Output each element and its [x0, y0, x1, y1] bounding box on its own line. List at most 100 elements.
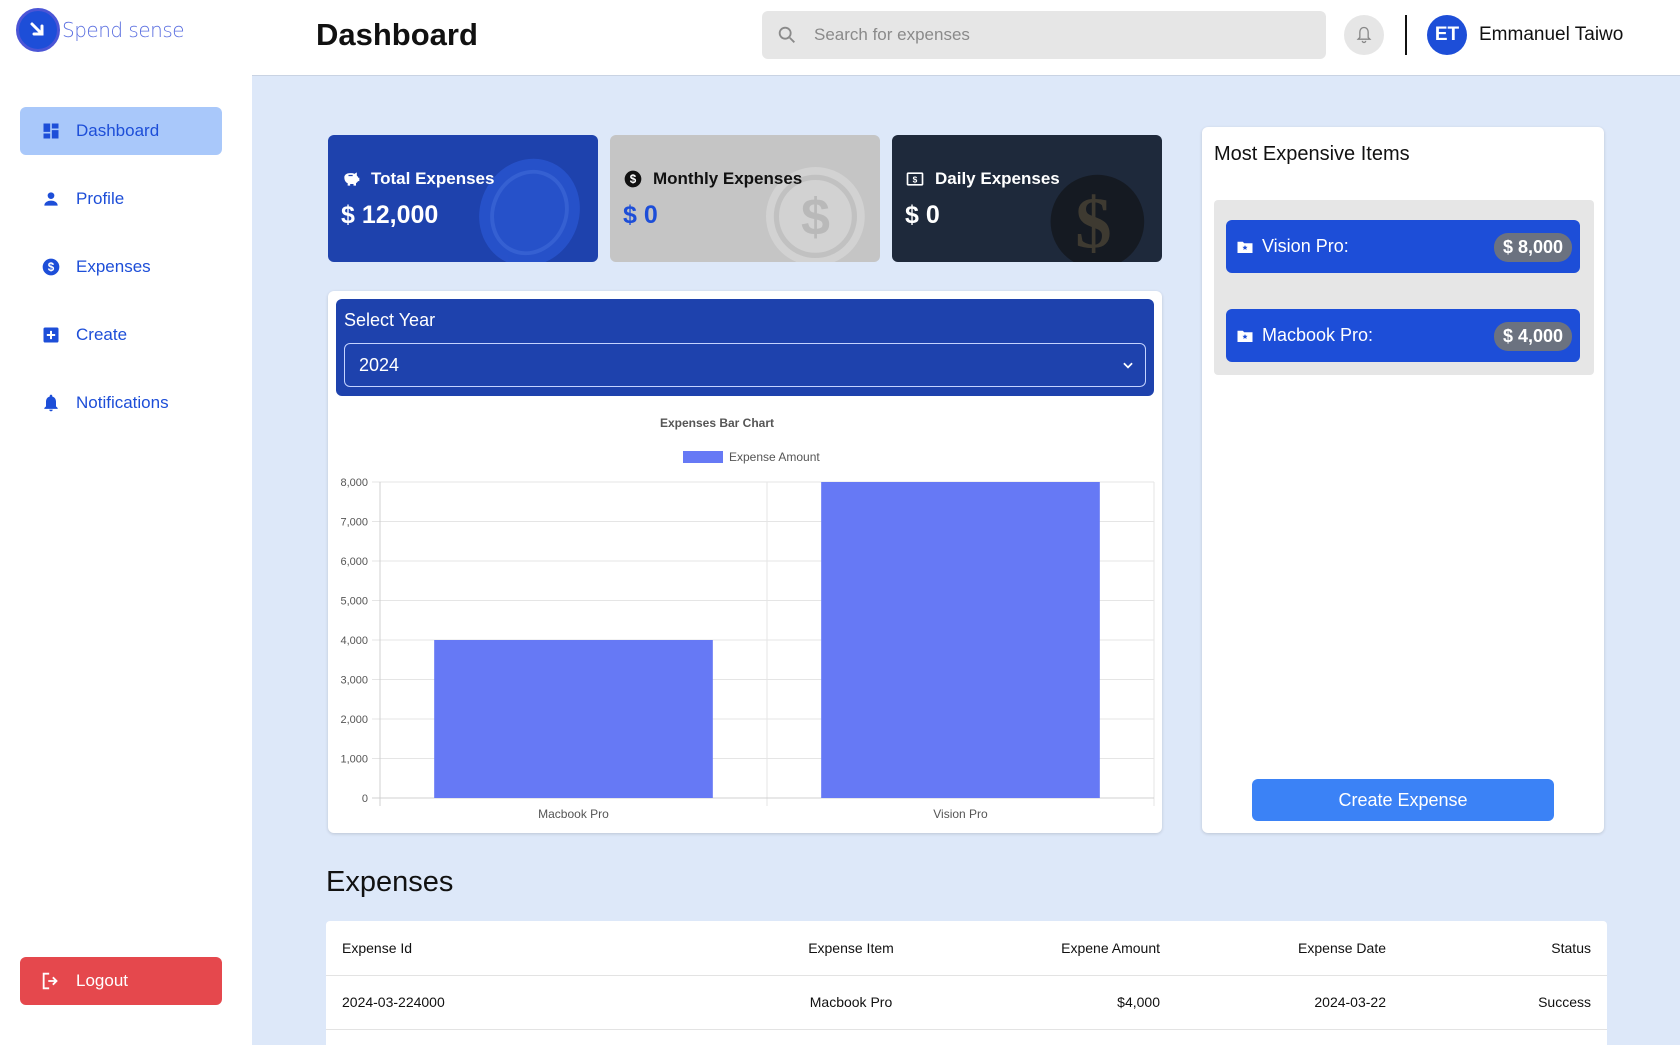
column-header[interactable]: Expense Date — [1176, 921, 1402, 976]
avatar[interactable]: ET — [1427, 15, 1467, 55]
page-title: Dashboard — [316, 17, 478, 52]
most-expensive-list: Vision Pro: $ 8,000 Macbook Pro: $ 4,000 — [1214, 200, 1594, 375]
expenses-bar-chart: Expenses Bar Chart Expense Amount 0 1,000 2,… — [340, 416, 1155, 821]
cash-icon: $ — [906, 172, 924, 186]
most-expensive-item-name: Macbook Pro: — [1262, 325, 1374, 345]
table-cell: 2024-03-224000 — [326, 975, 746, 1030]
year-filter-label: Select Year — [344, 310, 436, 330]
most-expensive-item-name: Vision Pro: — [1262, 236, 1349, 256]
legend-swatch — [683, 451, 723, 463]
total-expenses-value: $ 12,000 — [341, 201, 439, 229]
logout-button[interactable]: Logout — [20, 957, 222, 1005]
search-bar[interactable] — [762, 11, 1326, 59]
total-expenses-label: Total Expenses — [371, 169, 495, 188]
stat-label: $ Daily Expenses — [905, 169, 1060, 189]
table-header-row: Expense Id Expense Item Expene Amount Ex… — [326, 921, 1607, 976]
most-expensive-item-price: $ 4,000 — [1493, 322, 1572, 351]
stat-label: $ Monthly Expenses — [623, 169, 802, 189]
svg-text:$: $ — [801, 189, 830, 247]
expenses-table: Expense Id Expense Item Expene Amount Ex… — [326, 921, 1607, 1045]
dark-coin-decoration-icon: $ — [1050, 174, 1145, 262]
sidebar-item-create[interactable]: Create — [20, 311, 222, 359]
folder-star-icon — [1237, 241, 1253, 253]
sidebar-item-dashboard[interactable]: Dashboard — [20, 107, 222, 155]
silver-coin-decoration-icon: $ — [766, 167, 865, 262]
y-tick-label: 0 — [362, 793, 368, 805]
sidebar-item-label: Dashboard — [76, 121, 160, 140]
notifications-button[interactable] — [1344, 15, 1384, 55]
create-expense-button[interactable]: Create Expense — [1252, 779, 1554, 821]
column-header[interactable]: Expense Item — [746, 921, 956, 976]
y-tick-label: 5,000 — [340, 596, 368, 608]
sidebar-nav: Dashboard Profile $ Expenses Create Noti… — [20, 107, 222, 447]
table-cell: $4,000 — [956, 975, 1176, 1030]
person-icon — [40, 188, 62, 210]
table-row[interactable]: 2024-03-224000 Macbook Pro $4,000 2024-0… — [326, 975, 1607, 1030]
y-tick-label: 4,000 — [340, 635, 368, 647]
app-logo[interactable]: Spend sense — [16, 8, 185, 52]
sidebar-item-label: Notifications — [76, 393, 169, 412]
dollar-circle-icon: $ — [40, 256, 62, 278]
column-header[interactable]: Status — [1402, 921, 1607, 976]
search-icon — [778, 26, 795, 43]
most-expensive-item[interactable]: Macbook Pro: $ 4,000 — [1226, 309, 1580, 362]
sidebar-item-label: Profile — [76, 189, 125, 208]
table-cell: Macbook Pro — [746, 975, 956, 1030]
column-header[interactable]: Expense Id — [326, 921, 746, 976]
table-cell: Success — [1402, 975, 1607, 1030]
expenses-chart-card: Select Year 2024 Expenses Bar Chart Expen… — [328, 291, 1162, 833]
bar — [821, 482, 1100, 798]
user-name[interactable]: Emmanuel Taiwo — [1479, 24, 1623, 46]
expenses-section-title: Expenses — [326, 866, 454, 898]
search-input[interactable] — [814, 25, 1294, 45]
top-header: Dashboard ET Emmanuel Taiwo — [252, 0, 1680, 76]
most-expensive-item[interactable]: Vision Pro: $ 8,000 — [1226, 220, 1580, 273]
daily-expenses-card: $ $ Daily Expenses $ 0 — [892, 135, 1162, 262]
legend-label: Expense Amount — [729, 450, 820, 464]
logo-text: Spend sense — [62, 18, 185, 42]
logo-icon — [16, 8, 60, 52]
most-expensive-item-price: $ 8,000 — [1493, 233, 1572, 262]
daily-expenses-label: Daily Expenses — [935, 169, 1060, 188]
y-tick-label: 7,000 — [340, 517, 368, 529]
sidebar-item-notifications[interactable]: Notifications — [20, 379, 222, 427]
dashboard-icon — [40, 120, 62, 142]
year-filter: Select Year 2024 — [336, 299, 1154, 396]
total-expenses-card: Total Expenses $ 12,000 — [328, 135, 598, 262]
y-tick-label: 1,000 — [340, 754, 368, 766]
daily-expenses-value: $ 0 — [905, 201, 940, 229]
header-divider — [1405, 15, 1407, 55]
dollar-circle-icon: $ — [624, 170, 642, 188]
table-row[interactable] — [326, 1029, 1607, 1045]
sidebar-item-profile[interactable]: Profile — [20, 175, 222, 223]
svg-text:$: $ — [48, 261, 55, 274]
coin-decoration-icon — [479, 158, 580, 262]
column-header[interactable]: Expene Amount — [956, 921, 1176, 976]
y-tick-label: 8,000 — [340, 477, 368, 489]
sidebar-item-label: Create — [76, 325, 128, 344]
svg-text:$: $ — [913, 174, 918, 184]
bar — [434, 640, 713, 798]
x-tick-label: Macbook Pro — [538, 807, 609, 821]
monthly-expenses-label: Monthly Expenses — [653, 169, 803, 188]
y-tick-label: 2,000 — [340, 714, 368, 726]
table-cell: 2024-03-22 — [1176, 975, 1402, 1030]
piggy-bank-icon — [344, 172, 360, 186]
sidebar-item-label: Expenses — [76, 257, 151, 276]
chart-title: Expenses Bar Chart — [660, 416, 774, 430]
sidebar-item-expenses[interactable]: $ Expenses — [20, 243, 222, 291]
y-tick-label: 3,000 — [340, 675, 368, 687]
bell-outline-icon — [1356, 26, 1372, 44]
sidebar: Spend sense Dashboard Profile $ Expenses… — [0, 0, 252, 1045]
most-expensive-title: Most Expensive Items — [1214, 143, 1410, 165]
x-tick-label: Vision Pro — [933, 807, 988, 821]
bell-icon — [40, 392, 62, 414]
monthly-expenses-value: $ 0 — [623, 201, 658, 229]
plus-square-icon — [40, 324, 62, 346]
monthly-expenses-card: $ $ Monthly Expenses $ 0 — [610, 135, 880, 262]
folder-star-icon — [1237, 330, 1253, 342]
most-expensive-card: Most Expensive Items Vision Pro: $ 8,000… — [1202, 127, 1604, 833]
logout-icon — [42, 972, 58, 990]
chevron-down-icon — [1123, 362, 1133, 369]
year-select[interactable]: 2024 — [344, 343, 1146, 387]
